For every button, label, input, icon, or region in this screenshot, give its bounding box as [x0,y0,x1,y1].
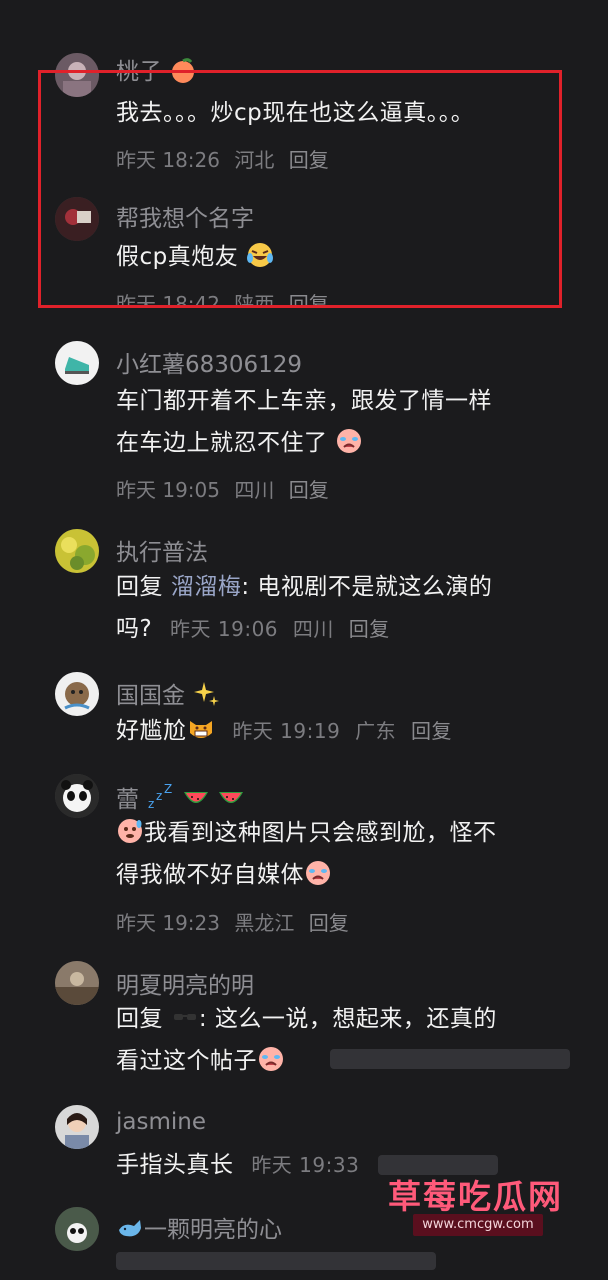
avatar[interactable] [55,53,99,97]
comment-date: 昨天 18:26 [116,148,220,172]
username[interactable]: 小红薯68306129 [116,345,302,379]
comment-meta: 昨天 19:33 [251,1153,367,1177]
comment-meta: 昨天 18:42 陕西 回复 [116,288,337,305]
comment-date: 昨天 19:33 [251,1153,360,1177]
watermelon-icon [217,784,245,812]
laughing-tears-emoji-icon [246,241,274,269]
comment-text-line: 看过这个帖子 [116,1048,257,1074]
svg-text:z: z [148,797,154,811]
blurred-region [330,1049,570,1069]
comment-date: 昨天 19:06 [170,617,279,641]
comment-meta: 昨天 18:26 河北 回复 [116,144,337,173]
watermark-title: 草莓吃瓜网 [388,1177,563,1216]
comment-date: 昨天 19:05 [116,478,220,502]
crying-emoji-icon [257,1045,285,1073]
comment-text-line: 在车边上就忍不住了 [116,430,328,456]
crying-emoji-icon [335,427,363,455]
reply-button[interactable]: 回复 [309,911,349,935]
avatar[interactable] [55,197,99,241]
comment-text: 好尴尬 [116,718,187,744]
sunglasses-icon [171,1003,199,1031]
avatar[interactable] [55,529,99,573]
watermark-url: www.cmcgw.com [413,1214,543,1236]
comment-location: 四川 [292,617,334,641]
username[interactable]: 明夏明亮的明 [116,966,254,1000]
comment-location: 黑龙江 [234,911,295,935]
username[interactable]: 蕾 [116,787,139,813]
reply-button[interactable]: 回复 [289,148,329,172]
peach-emoji-icon [169,56,197,84]
grimacing-cat-emoji-icon [187,715,215,743]
comment-text-line: 吗? [116,616,153,642]
reply-button[interactable]: 回复 [289,478,329,502]
comment-date: 昨天 19:23 [116,911,220,935]
avatar[interactable] [55,341,99,385]
comment-text: 我去。。。炒cp现在也这么逼真。。。 [116,100,475,126]
reply-button[interactable]: 回复 [349,617,390,641]
comment-text: 手指头真长 [116,1152,234,1178]
watermelon-icon [182,784,210,812]
username[interactable]: 执行普法 [116,533,208,567]
comment-location: 四川 [234,478,275,502]
sleeping-zzz-icon: zzZ [146,784,174,812]
mention-link[interactable]: 溜溜梅 [171,574,242,600]
reply-prefix: 回复 [116,1006,163,1032]
username[interactable]: 帮我想个名字 [116,199,254,233]
comment-text-line: 我看到这种图片只会感到尬，怪不 [144,820,497,846]
comment-text-line: : 电视剧不是就这么演的 [241,574,493,600]
comment-text-line: : 这么一说，想起来，还真的 [198,1006,497,1032]
comment-meta: 昨天 19:23 黑龙江 回复 [116,907,357,936]
reply-button[interactable]: 回复 [289,292,329,305]
comment-location: 河北 [234,148,275,172]
comment-meta: 昨天 19:19 广东 回复 [232,719,460,743]
avatar[interactable] [55,672,99,716]
blurred-region [116,1252,436,1270]
reply-button[interactable]: 回复 [411,719,452,743]
comment-location: 陕西 [234,292,275,305]
username[interactable]: 一颗明亮的心 [144,1217,282,1243]
comment-location: 广东 [355,719,397,743]
avatar[interactable] [55,961,99,1005]
svg-text:z: z [156,789,162,803]
reply-prefix: 回复 [116,574,163,600]
comment-date: 昨天 19:19 [232,719,341,743]
sparkles-icon [192,680,220,708]
avatar[interactable] [55,1105,99,1149]
sweating-face-emoji-icon [116,817,144,845]
svg-text:Z: Z [164,784,172,796]
comment-date: 昨天 18:42 [116,292,220,305]
username[interactable]: jasmine [116,1109,206,1135]
avatar[interactable] [55,1207,99,1251]
comment-text-line: 车门都开着不上车亲，跟发了情一样 [116,388,492,414]
crying-emoji-icon [304,859,332,887]
comment-text: 假cp真炮友 [116,244,239,270]
username[interactable]: 桃子 [116,59,162,85]
comment-text-line: 得我做不好自媒体 [116,862,304,888]
username[interactable]: 国国金 [116,683,185,709]
avatar[interactable] [55,774,99,818]
whale-icon [116,1214,144,1242]
comment-meta: 昨天 19:05 四川 回复 [116,474,337,503]
comment-meta: 昨天 19:06 四川 回复 [170,617,398,641]
